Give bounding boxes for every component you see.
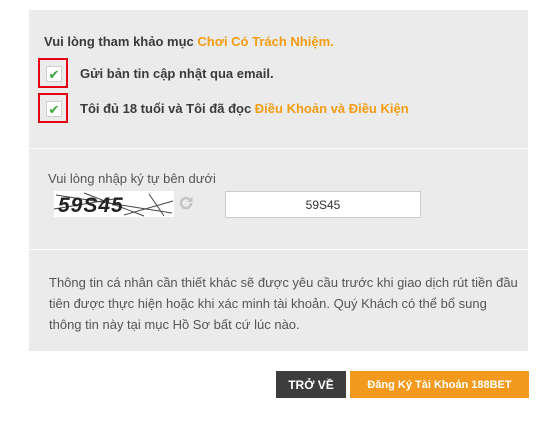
refresh-icon[interactable] bbox=[178, 195, 194, 211]
back-button[interactable]: TRỞ VỀ bbox=[276, 371, 346, 398]
newsletter-label: Gửi bản tin cập nhật qua email. bbox=[80, 66, 274, 81]
responsible-gaming-link[interactable]: Chơi Có Trách Nhiệm. bbox=[197, 34, 333, 49]
section-divider bbox=[29, 148, 528, 149]
terms-link[interactable]: Điều Khoản và Điều Kiện bbox=[255, 101, 409, 116]
captcha-image: 59S45 bbox=[54, 191, 174, 217]
captcha-text: 59S45 bbox=[58, 194, 124, 217]
newsletter-highlight: ✔ bbox=[38, 58, 68, 88]
responsible-gaming-notice: Vui lòng tham khảo mục Chơi Có Trách Nhi… bbox=[44, 34, 334, 49]
register-button[interactable]: Đăng Ký Tài Khoản 188BET bbox=[350, 371, 529, 398]
checkmark-icon: ✔ bbox=[48, 101, 60, 117]
captcha-input[interactable] bbox=[225, 191, 421, 218]
captcha-label: Vui lòng nhập ký tự bên dưới bbox=[48, 171, 216, 186]
responsible-gaming-prefix: Vui lòng tham khảo mục bbox=[44, 34, 198, 49]
section-divider bbox=[29, 249, 528, 250]
checkmark-icon: ✔ bbox=[48, 66, 60, 82]
info-text: Thông tin cá nhân cần thiết khác sẽ được… bbox=[49, 275, 518, 332]
terms-label-text: Tôi đủ 18 tuổi và Tôi đã đọc bbox=[80, 101, 255, 116]
terms-label: Tôi đủ 18 tuổi và Tôi đã đọc Điều Khoản … bbox=[80, 101, 409, 116]
terms-highlight: ✔ bbox=[38, 93, 68, 123]
terms-checkbox[interactable]: ✔ bbox=[46, 101, 62, 117]
registration-panel: Vui lòng tham khảo mục Chơi Có Trách Nhi… bbox=[29, 10, 528, 351]
newsletter-checkbox[interactable]: ✔ bbox=[46, 66, 62, 82]
